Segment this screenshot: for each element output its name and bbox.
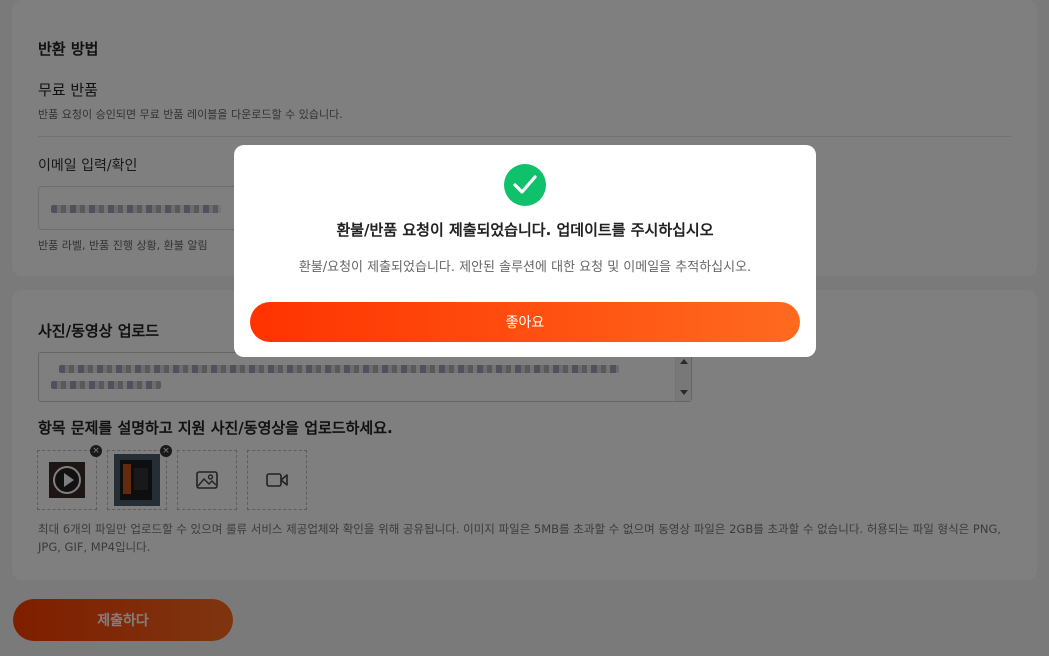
check-circle-icon: [504, 164, 546, 206]
dialog-description: 환불/요청이 제출되었습니다. 제안된 솔루션에 대한 요청 및 이메일을 추적…: [298, 260, 752, 275]
ok-button[interactable]: 좋아요: [250, 302, 800, 342]
dialog-title: 환불/반품 요청이 제출되었습니다. 업데이트를 주시하십시오: [336, 221, 714, 239]
success-dialog: 환불/반품 요청이 제출되었습니다. 업데이트를 주시하십시오 환불/요청이 제…: [234, 145, 816, 357]
